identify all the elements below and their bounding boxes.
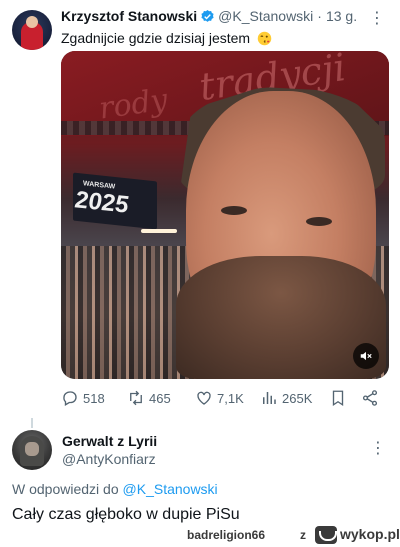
watermark-footer: badreligion66 z wykop.pl xyxy=(0,524,400,547)
more-options-icon[interactable]: ⋮ xyxy=(369,8,386,28)
retweet-action[interactable]: 465 xyxy=(127,389,171,407)
author-handle[interactable]: @K_Stanowski xyxy=(218,8,313,24)
winking-face-kiss-icon xyxy=(257,31,272,46)
reply-icon xyxy=(63,391,77,406)
share-action[interactable] xyxy=(361,389,379,407)
tweet-text-content: Zgadnijcie gdzie dzisiaj jestem xyxy=(61,30,251,46)
reply-author-handle[interactable]: @AntyKonfiarz xyxy=(62,451,156,467)
like-count: 7,1K xyxy=(217,390,244,406)
retweet-count: 465 xyxy=(149,390,171,406)
person-left-eye xyxy=(221,206,247,215)
tweet-text: Zgadnijcie gdzie dzisiaj jestem xyxy=(61,30,272,46)
retweet-icon xyxy=(130,390,142,406)
views-chart-icon xyxy=(263,392,276,404)
reply-text: Cały czas głęboko w dupie PiSu xyxy=(12,506,240,523)
tweet: Krzysztof Stanowski @K_Stanowski · 13 g.… xyxy=(0,0,400,418)
reply-author-name[interactable]: Gerwalt z Lyrii xyxy=(62,433,157,449)
heart-icon xyxy=(197,391,211,405)
tweet-header: Krzysztof Stanowski @K_Stanowski · 13 g. xyxy=(61,8,357,24)
reply-action[interactable]: 518 xyxy=(61,389,105,407)
avatar-face xyxy=(25,442,39,456)
bookmark-action[interactable] xyxy=(329,389,347,407)
tweet-actions: 518 465 7,1K 265K xyxy=(61,389,391,409)
replying-mention[interactable]: @K_Stanowski xyxy=(123,481,218,497)
like-action[interactable]: 7,1K xyxy=(195,389,244,407)
views-count: 265K xyxy=(282,390,313,406)
event-sign-year: 2025 xyxy=(75,186,129,219)
replying-prefix: W odpowiedzi do xyxy=(12,481,119,497)
replying-to: W odpowiedzi do @K_Stanowski xyxy=(12,481,218,497)
mute-button[interactable] xyxy=(353,343,379,369)
stage-light xyxy=(141,229,177,233)
watermark-username: badreligion66 xyxy=(187,528,266,542)
author-avatar[interactable] xyxy=(12,10,52,50)
avatar-face xyxy=(26,16,38,28)
wykop-logo-icon xyxy=(315,526,337,544)
thread-connector xyxy=(31,418,33,428)
watermark-site: wykop.pl xyxy=(340,526,400,542)
verified-badge-icon xyxy=(201,9,214,22)
reply-tweet: Gerwalt z Lyrii @AntyKonfiarz ⋮ xyxy=(0,428,400,518)
author-name[interactable]: Krzysztof Stanowski xyxy=(61,8,197,24)
reply-count: 518 xyxy=(83,390,105,406)
reply-author-avatar[interactable] xyxy=(12,430,52,470)
person-right-eye xyxy=(306,217,332,226)
speaker-muted-icon xyxy=(360,351,372,361)
share-icon xyxy=(362,390,378,406)
tweet-video[interactable]: tradycji rody WARSAW 2025 xyxy=(61,51,389,379)
bookmark-icon xyxy=(332,390,344,407)
tweet-time[interactable]: 13 g. xyxy=(326,8,357,24)
more-options-icon[interactable]: ⋮ xyxy=(370,438,386,458)
header-separator: · xyxy=(317,8,322,24)
views-action[interactable]: 265K xyxy=(260,389,312,407)
watermark-z: z xyxy=(300,528,306,542)
